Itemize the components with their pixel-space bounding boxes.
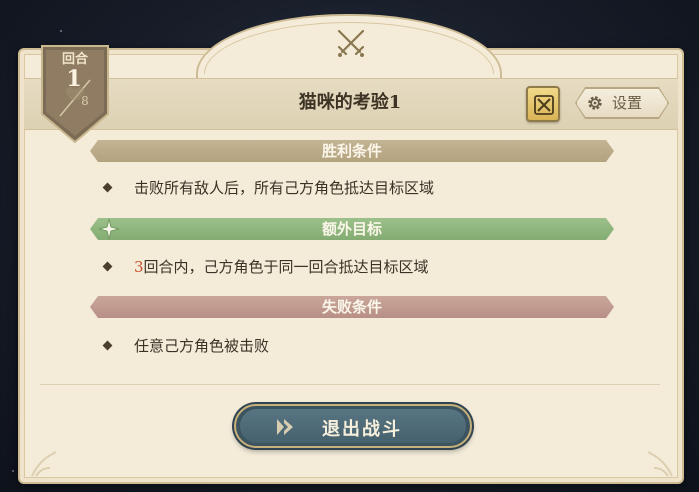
exit-battle-button[interactable]: 退出战斗 xyxy=(234,404,472,448)
background-sparkle xyxy=(60,30,62,32)
round-current: 1 xyxy=(66,66,82,92)
extra-objective-desc: 回合内，己方角色于同一回合抵达目标区域 xyxy=(143,258,429,276)
corner-ornament-icon xyxy=(647,451,673,477)
round-label: 回合 xyxy=(61,52,88,67)
defeat-condition-text: 任意己方角色被击败 xyxy=(134,337,270,355)
stage-title: 猫咪的考验1 xyxy=(298,92,402,113)
divider xyxy=(40,384,660,385)
round-max: 8 xyxy=(81,94,89,108)
settings-label[interactable]: 设置 xyxy=(612,92,642,114)
corner-ornament-icon xyxy=(31,451,57,477)
background-sparkle xyxy=(12,470,14,472)
sparkle-star-icon xyxy=(98,218,120,240)
exit-battle-label: 退出战斗 xyxy=(322,419,402,440)
extra-objective-text: 3回合内，己方角色于同一回合抵达目标区域 xyxy=(134,256,429,278)
defeat-conditions-banner: 失败条件 xyxy=(90,296,614,318)
round-counter-badge: 回合 1 8 xyxy=(40,44,110,144)
crossed-swords-icon xyxy=(337,29,365,57)
book-icon xyxy=(534,95,554,115)
extra-objective-banner: 额外目标 xyxy=(90,218,614,240)
play-arrow-icon xyxy=(277,419,293,435)
extra-objective-number: 3 xyxy=(134,258,144,276)
book-button[interactable] xyxy=(526,86,560,122)
victory-conditions-banner: 胜利条件 xyxy=(90,140,614,162)
gear-icon[interactable] xyxy=(586,94,604,112)
victory-condition-text: 击败所有敌人后，所有己方角色抵达目标区域 xyxy=(134,179,435,197)
